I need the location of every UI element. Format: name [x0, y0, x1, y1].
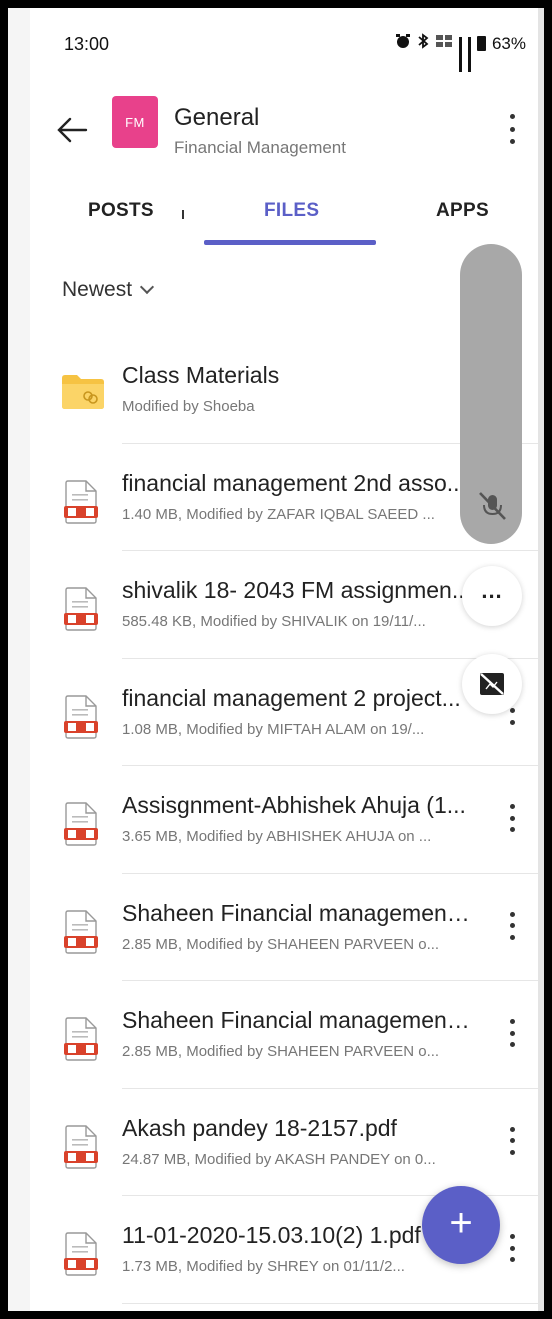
file-meta: 24.87 MB, Modified by AKASH PANDEY on 0.…	[122, 1150, 436, 1168]
file-meta: 1.40 MB, Modified by ZAFAR IQBAL SAEED .…	[122, 505, 435, 523]
file-more-icon[interactable]	[506, 804, 518, 832]
mic-off-icon[interactable]	[474, 488, 510, 524]
file-row[interactable]: shivalik 18- 2043 FM assignmen... 585.48…	[30, 551, 538, 659]
status-icons: 63%	[395, 33, 526, 72]
file-meta: 3.65 MB, Modified by ABHISHEK AHUJA on .…	[122, 828, 432, 845]
tab-posts[interactable]: POSTS	[88, 200, 154, 222]
file-meta: 2.85 MB, Modified by SHAHEEN PARVEEN o..…	[122, 935, 440, 953]
more-options-icon: ...	[481, 578, 503, 603]
file-more-icon[interactable]	[506, 911, 518, 940]
channel-title: General	[174, 104, 260, 131]
pdf-file-icon	[64, 587, 98, 631]
chevron-down-icon	[139, 279, 155, 295]
file-meta: 1.08 MB, Modified by MIFTAH ALAM on 19/.…	[122, 720, 425, 738]
file-meta: Modified by Shoeba	[122, 398, 255, 415]
status-bar: 13:00 63%	[30, 8, 538, 78]
back-arrow-icon[interactable]	[54, 112, 90, 148]
sort-dropdown[interactable]: Newest	[62, 278, 155, 302]
pdf-file-icon	[64, 909, 98, 954]
file-name: financial management 2 project...	[122, 684, 461, 711]
file-name: Class Materials	[122, 362, 280, 388]
file-name: Shaheen Financial management ...	[122, 899, 472, 926]
file-more-icon[interactable]	[506, 1234, 518, 1262]
pdf-file-icon	[64, 694, 98, 739]
file-name: 11-01-2020-15.03.10(2) 1.pdf	[122, 1222, 421, 1248]
pdf-file-icon	[64, 1232, 98, 1276]
folder-icon	[60, 372, 106, 410]
file-row[interactable]: Assisgnment-Abhishek Ahuja (1... 3.65 MB…	[30, 766, 538, 874]
plus-icon: +	[449, 1201, 473, 1245]
row-divider	[122, 1302, 538, 1304]
file-row[interactable]: Shaheen Financial management ... 2.85 MB…	[30, 874, 538, 981]
file-more-icon[interactable]	[506, 1126, 518, 1155]
bluetooth-icon	[417, 33, 429, 54]
file-name: financial management 2nd asso...	[122, 469, 466, 496]
team-avatar[interactable]: FM	[112, 96, 158, 148]
signal-icon	[458, 36, 462, 72]
signal-5g-icon	[467, 36, 471, 72]
pdf-file-icon	[64, 1017, 98, 1061]
active-tab-indicator	[204, 240, 376, 245]
team-name: Financial Management	[174, 138, 346, 157]
file-row[interactable]: Akash pandey 18-2157.pdf 24.87 MB, Modif…	[30, 1089, 538, 1196]
file-row[interactable]: financial management 2 project... 1.08 M…	[30, 659, 538, 766]
file-meta: 1.73 MB, Modified by SHREY on 01/11/2...	[122, 1258, 405, 1275]
file-meta: 585.48 KB, Modified by SHIVALIK on 19/11…	[122, 613, 426, 630]
tab-files[interactable]: FILES	[264, 200, 319, 222]
tab-separator	[182, 210, 184, 219]
file-meta: 2.85 MB, Modified by SHAHEEN PARVEEN o..…	[122, 1043, 440, 1060]
file-name: shivalik 18- 2043 FM assignmen...	[122, 577, 471, 603]
phone-frame: 13:00 63% FM General Financial Managemen…	[8, 8, 544, 1311]
status-time: 13:00	[64, 34, 110, 54]
add-file-button[interactable]: +	[422, 1186, 500, 1264]
battery-icon	[476, 36, 486, 51]
pdf-file-icon	[64, 802, 98, 846]
screen: 13:00 63% FM General Financial Managemen…	[30, 8, 538, 1311]
call-more-button[interactable]: ...	[462, 566, 522, 626]
volte-icon	[435, 33, 453, 54]
battery-percent: 63%	[491, 33, 526, 53]
tab-apps[interactable]: APPS	[436, 200, 489, 222]
more-options-icon[interactable]	[506, 114, 518, 144]
alarm-icon	[395, 33, 411, 54]
channel-tabs: POSTS FILES APPS	[30, 188, 538, 258]
file-row[interactable]: Shaheen Financial management.... 2.85 MB…	[30, 981, 538, 1089]
file-name: Assisgnment-Abhishek Ahuja (1...	[122, 792, 466, 818]
file-more-icon[interactable]	[506, 1019, 518, 1047]
sort-label: Newest	[62, 278, 133, 301]
pdf-file-icon	[64, 479, 98, 524]
file-name: Akash pandey 18-2157.pdf	[122, 1114, 397, 1141]
file-name: Shaheen Financial management....	[122, 1007, 472, 1033]
video-off-icon	[480, 673, 504, 695]
pdf-file-icon	[64, 1124, 98, 1169]
channel-header: FM General Financial Management	[30, 88, 538, 178]
video-off-button[interactable]	[462, 654, 522, 714]
